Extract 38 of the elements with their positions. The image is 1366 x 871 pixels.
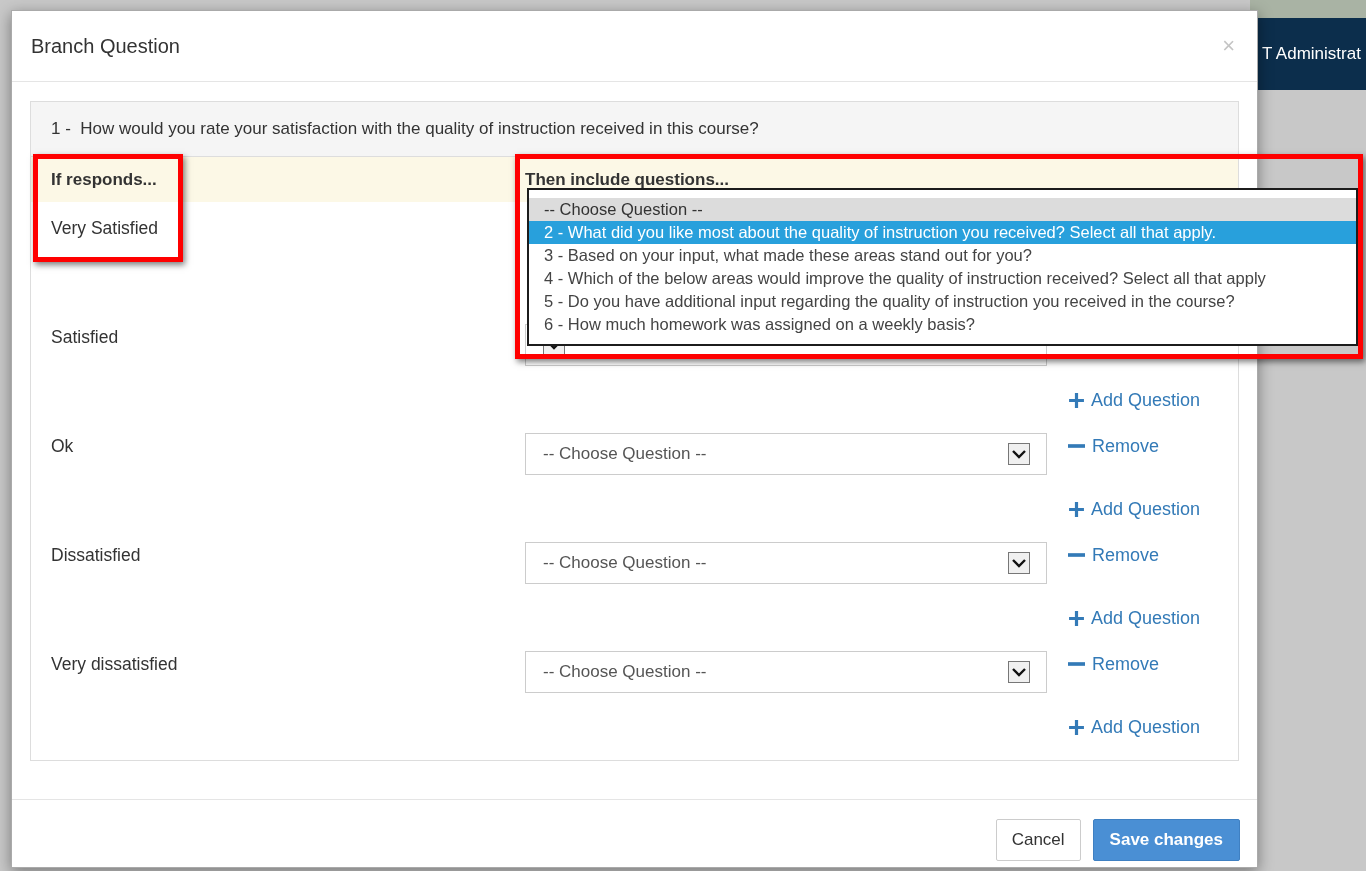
question-select[interactable]: -- Choose Question --	[525, 433, 1047, 475]
chevron-down-icon	[1008, 552, 1030, 574]
response-label: Dissatisfied	[51, 544, 142, 567]
dialog-title: Branch Question	[31, 34, 180, 58]
minus-icon	[1068, 662, 1085, 666]
page-title: T Administrat	[1261, 44, 1361, 64]
column-header: Then include questions...	[525, 169, 731, 190]
remove-link[interactable]: Remove	[1068, 542, 1160, 568]
dropdown-option[interactable]: -- Choose Question --	[529, 198, 1356, 221]
response-label: Ok	[51, 435, 75, 458]
chevron-down-icon	[1008, 661, 1030, 683]
response-label: Satisfied	[51, 326, 120, 349]
question-select[interactable]: -- Choose Question --	[525, 542, 1047, 584]
dropdown-option[interactable]: 3 - Based on your input, what made these areas stand out for you?	[529, 244, 1356, 267]
plus-icon	[1068, 718, 1085, 736]
remove-link[interactable]: Remove	[1068, 433, 1160, 459]
add-question-link[interactable]: Add Question	[1068, 605, 1201, 631]
chevron-down-icon	[1008, 443, 1030, 465]
remove-link[interactable]: Remove	[1068, 651, 1160, 677]
minus-icon	[1068, 553, 1085, 557]
question-text: 1 - How would you rate your satisfaction with the quality of instruction received in this course?	[51, 119, 759, 139]
add-question-link[interactable]: Add Question	[1068, 496, 1201, 522]
response-label: Very Satisfied	[51, 217, 159, 240]
add-question-link[interactable]: Add Question	[1068, 714, 1201, 740]
add-question-link[interactable]: Add Question	[1068, 387, 1201, 413]
dropdown-option[interactable]: 4 - Which of the below areas would improve the quality of instruction received? Select all that apply	[529, 267, 1356, 290]
plus-icon	[1068, 391, 1085, 409]
dropdown-option[interactable]: 6 - How much homework was assigned on a weekly basis?	[529, 313, 1356, 336]
dropdown-option[interactable]: 2 - What did you like most about the quality of instruction you received? Select all that apply.	[529, 221, 1356, 244]
minus-icon	[1068, 444, 1085, 448]
save-button[interactable]: Save changes	[1092, 819, 1240, 861]
dropdown-option[interactable]: 5 - Do you have additional input regarding the quality of instruction you received in the course?	[529, 290, 1356, 313]
cancel-button[interactable]: Cancel	[995, 819, 1081, 861]
column-header: If responds...	[51, 169, 158, 190]
question-select[interactable]: -- Choose Question --	[525, 651, 1047, 693]
response-label: Very dissatisfied	[51, 653, 179, 676]
plus-icon	[1068, 500, 1085, 518]
plus-icon	[1068, 609, 1085, 627]
